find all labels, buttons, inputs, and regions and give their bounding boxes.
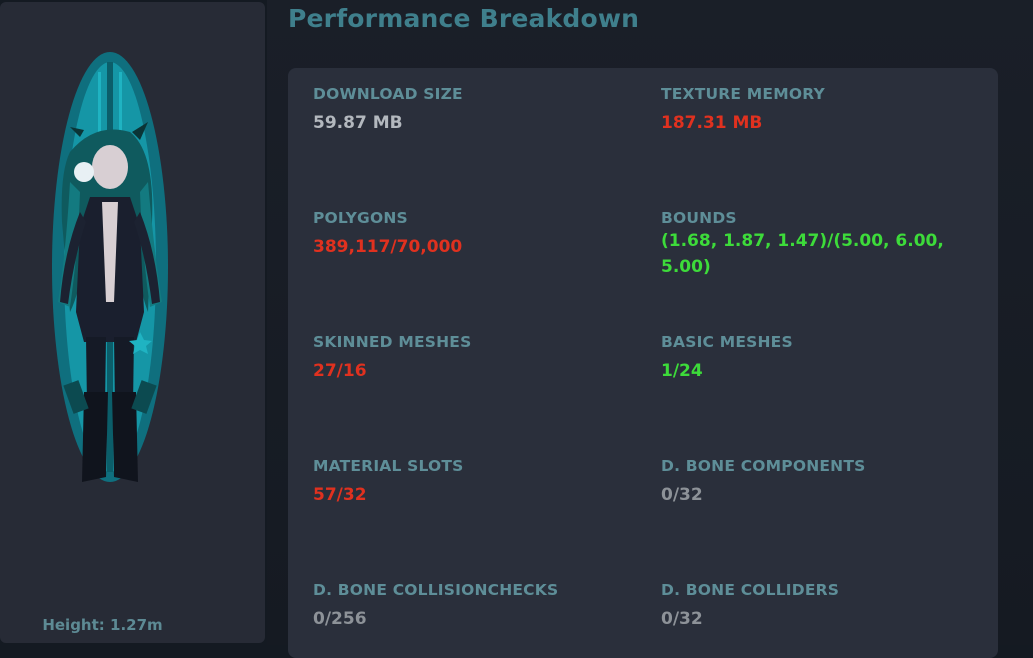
stat-value: 389,117/70,000 [313, 237, 463, 257]
stat-label: D. BONE COLLISIONCHECKS [313, 581, 559, 599]
stat-label: MATERIAL SLOTS [313, 457, 464, 475]
stat-download-size: DOWNLOAD SIZE 59.87 MB [313, 85, 633, 133]
stat-basic-meshes: BASIC MESHES 1/24 [661, 333, 981, 381]
stat-dbone-colliders: D. BONE COLLIDERS 0/32 [661, 581, 981, 629]
stat-material-slots: MATERIAL SLOTS 57/32 [313, 457, 633, 505]
stat-value: 57/32 [313, 485, 367, 505]
stat-polygons: POLYGONS 389,117/70,000 [313, 209, 633, 257]
page-title: Performance Breakdown [288, 4, 640, 33]
stat-value: 0/32 [661, 609, 703, 629]
performance-stats-card: DOWNLOAD SIZE 59.87 MB TEXTURE MEMORY 18… [288, 68, 998, 658]
stat-label: BOUNDS [661, 209, 737, 227]
stat-label: D. BONE COMPONENTS [661, 457, 866, 475]
stat-label: SKINNED MESHES [313, 333, 472, 351]
stat-value: 0/32 [661, 485, 703, 505]
stat-dbone-collisionchecks: D. BONE COLLISIONCHECKS 0/256 [313, 581, 633, 629]
stat-label: POLYGONS [313, 209, 408, 227]
stat-texture-memory: TEXTURE MEMORY 187.31 MB [661, 85, 981, 133]
stat-value: (1.68, 1.87, 1.47)/(5.00, 6.00, 5.00) [661, 231, 944, 277]
stat-label: BASIC MESHES [661, 333, 793, 351]
stat-label: DOWNLOAD SIZE [313, 85, 463, 103]
stat-bounds: BOUNDS (1.68, 1.87, 1.47)/(5.00, 6.00, 5… [661, 209, 981, 280]
stat-value: 1/24 [661, 361, 703, 381]
stat-value: 187.31 MB [661, 113, 763, 133]
stat-label: TEXTURE MEMORY [661, 85, 825, 103]
stat-value: 0/256 [313, 609, 367, 629]
avatar-height-label: Height: 1.27m [42, 616, 163, 634]
avatar-preview-panel: Height: 1.27m [0, 2, 265, 643]
stat-value: 27/16 [313, 361, 367, 381]
avatar-preview-image [52, 52, 168, 482]
stat-skinned-meshes: SKINNED MESHES 27/16 [313, 333, 633, 381]
stat-value: 59.87 MB [313, 113, 403, 133]
stat-label: D. BONE COLLIDERS [661, 581, 840, 599]
stat-dbone-components: D. BONE COMPONENTS 0/32 [661, 457, 981, 505]
